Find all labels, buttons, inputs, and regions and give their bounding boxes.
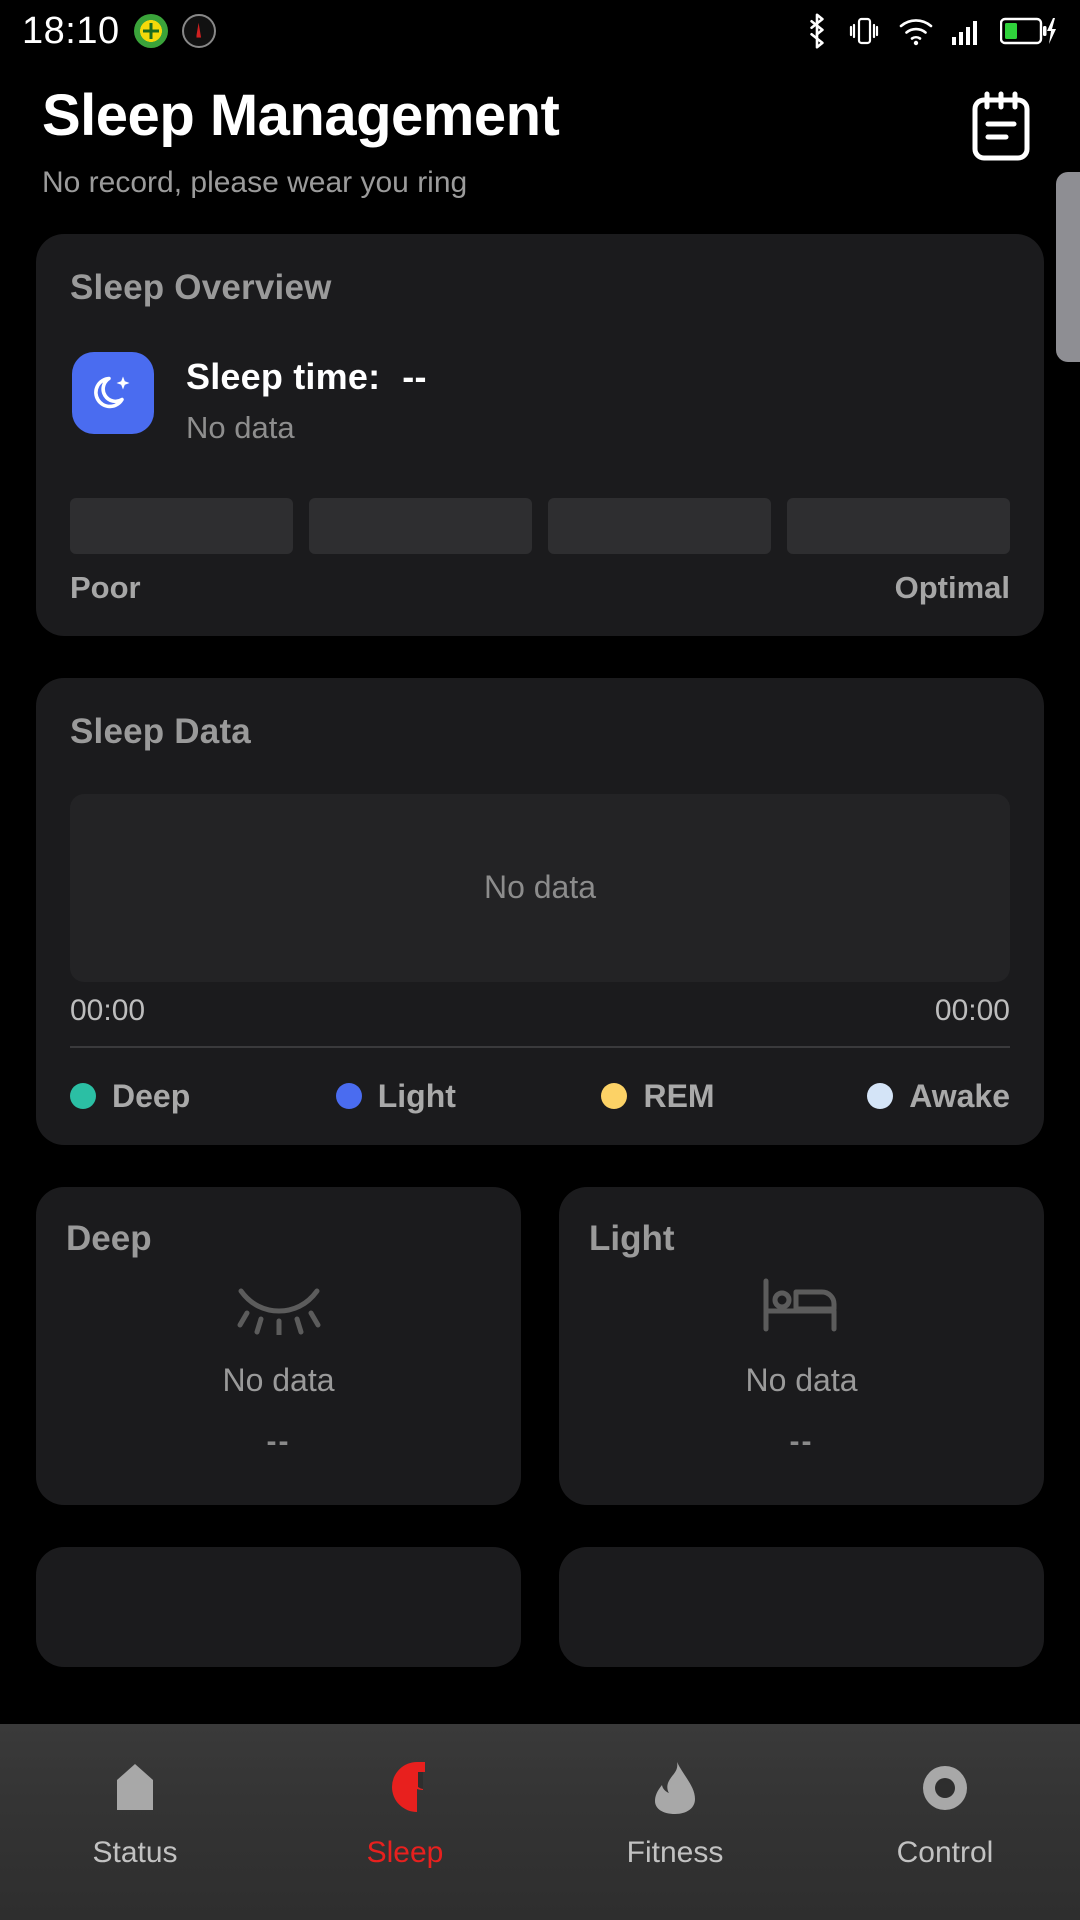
status-bar-right	[804, 12, 1058, 50]
stage-card-deep[interactable]: Deep No data --	[36, 1186, 521, 1505]
ring-icon	[917, 1754, 973, 1816]
nav-item-sleep[interactable]: Sleep	[270, 1754, 540, 1870]
wifi-icon	[898, 16, 934, 46]
legend-dot-deep	[70, 1083, 96, 1110]
home-icon	[107, 1754, 163, 1816]
scrollbar-indicator[interactable]	[1056, 172, 1080, 362]
nav-label-control: Control	[896, 1836, 994, 1869]
page-subtitle: No record, please wear you ring	[42, 165, 468, 199]
legend-label-light: Light	[377, 1077, 456, 1114]
chart-axis-labels: 00:00 00:00	[70, 994, 1010, 1028]
legend-dot-rem	[601, 1083, 628, 1110]
closed-eye-icon	[227, 1274, 331, 1336]
flame-icon	[647, 1754, 703, 1816]
axis-end-label: 00:00	[934, 993, 1010, 1027]
legend-dot-light	[335, 1083, 362, 1110]
legend-dot-awake	[867, 1083, 894, 1110]
sleep-time-value: --	[402, 355, 427, 397]
compass-icon	[181, 14, 216, 48]
vibrate-icon	[847, 14, 881, 48]
legend-label-rem: REM	[643, 1077, 715, 1114]
legend-label-deep: Deep	[112, 1077, 191, 1114]
nav-item-status[interactable]: Status	[0, 1754, 270, 1870]
moon-star-icon	[72, 351, 154, 434]
stage-card-deep-value: --	[266, 1425, 291, 1459]
page-header: Sleep Management No record, please wear …	[0, 62, 1080, 200]
app-badge-icon	[133, 14, 168, 48]
stage-card-light-status: No data	[745, 1362, 858, 1399]
stage-card-light-title: Light	[589, 1218, 675, 1258]
status-bar: 18:10	[0, 0, 1080, 62]
bed-icon	[750, 1274, 854, 1336]
notes-clipboard-icon[interactable]	[964, 90, 1038, 164]
sleep-stage-chart: No data	[70, 793, 1010, 982]
stage-card-light[interactable]: Light No data --	[559, 1186, 1044, 1505]
bottom-navigation: Status Sleep Fitness Control	[0, 1724, 1080, 1920]
sleep-time-row: Sleep time: --	[186, 356, 427, 398]
sleep-overview-card[interactable]: Sleep Overview Sleep time: -- No data Po…	[36, 233, 1044, 636]
legend-label-awake: Awake	[909, 1077, 1011, 1114]
quality-scale-low: Poor	[70, 569, 141, 605]
sleep-overview-text: Sleep time: -- No data	[186, 352, 427, 446]
quality-segment	[309, 497, 532, 554]
quality-scale-high: Optimal	[894, 569, 1010, 605]
status-bar-clock: 18:10	[22, 9, 120, 52]
nav-label-sleep: Sleep	[366, 1836, 444, 1869]
nav-label-fitness: Fitness	[626, 1836, 724, 1869]
quality-scale-labels: Poor Optimal	[70, 570, 1010, 606]
sleep-overview-title: Sleep Overview	[70, 267, 332, 307]
nav-item-control[interactable]: Control	[810, 1754, 1080, 1870]
sleep-overview-status: No data	[186, 409, 295, 445]
moon-icon	[377, 1754, 433, 1816]
sleep-stage-cards-next-row	[36, 1546, 1044, 1667]
stage-card-light-body: No data --	[589, 1265, 1014, 1469]
legend-item-deep: Deep	[70, 1078, 336, 1115]
axis-start-label: 00:00	[70, 993, 146, 1027]
stage-card-light-value: --	[789, 1425, 814, 1459]
stage-card-deep-title: Deep	[66, 1218, 152, 1258]
sleep-stage-cards: Deep No data -- Light No data --	[36, 1186, 1044, 1505]
sleep-stage-legend: Deep Light REM Awake	[70, 1078, 1010, 1115]
bluetooth-icon	[804, 12, 830, 50]
sleep-overview-row: Sleep time: -- No data	[70, 351, 1010, 446]
sleep-quality-segments	[70, 497, 1010, 554]
legend-item-light: Light	[335, 1077, 602, 1115]
cellular-signal-icon	[951, 16, 983, 46]
legend-item-awake: Awake	[867, 1078, 1010, 1115]
legend-divider	[70, 1045, 1010, 1048]
status-bar-left: 18:10	[22, 10, 216, 53]
stage-card-deep-status: No data	[222, 1362, 335, 1399]
sleep-data-title: Sleep Data	[70, 711, 251, 751]
sleep-time-label: Sleep time:	[186, 355, 381, 397]
quality-segment	[787, 497, 1010, 554]
sleep-data-card[interactable]: Sleep Data No data 00:00 00:00 Deep Ligh…	[36, 677, 1044, 1145]
stage-card-partial[interactable]	[36, 1546, 521, 1667]
chart-empty-label: No data	[483, 869, 597, 906]
battery-charging-icon	[1000, 15, 1058, 47]
stage-card-partial[interactable]	[559, 1546, 1044, 1667]
stage-card-deep-body: No data --	[66, 1265, 491, 1469]
main-content: Sleep Overview Sleep time: -- No data Po…	[0, 233, 1080, 1667]
page-title: Sleep Management	[42, 83, 560, 148]
legend-item-rem: REM	[601, 1078, 867, 1115]
quality-segment	[70, 497, 293, 554]
nav-item-fitness[interactable]: Fitness	[540, 1754, 810, 1870]
quality-segment	[548, 497, 771, 554]
nav-label-status: Status	[92, 1836, 178, 1869]
